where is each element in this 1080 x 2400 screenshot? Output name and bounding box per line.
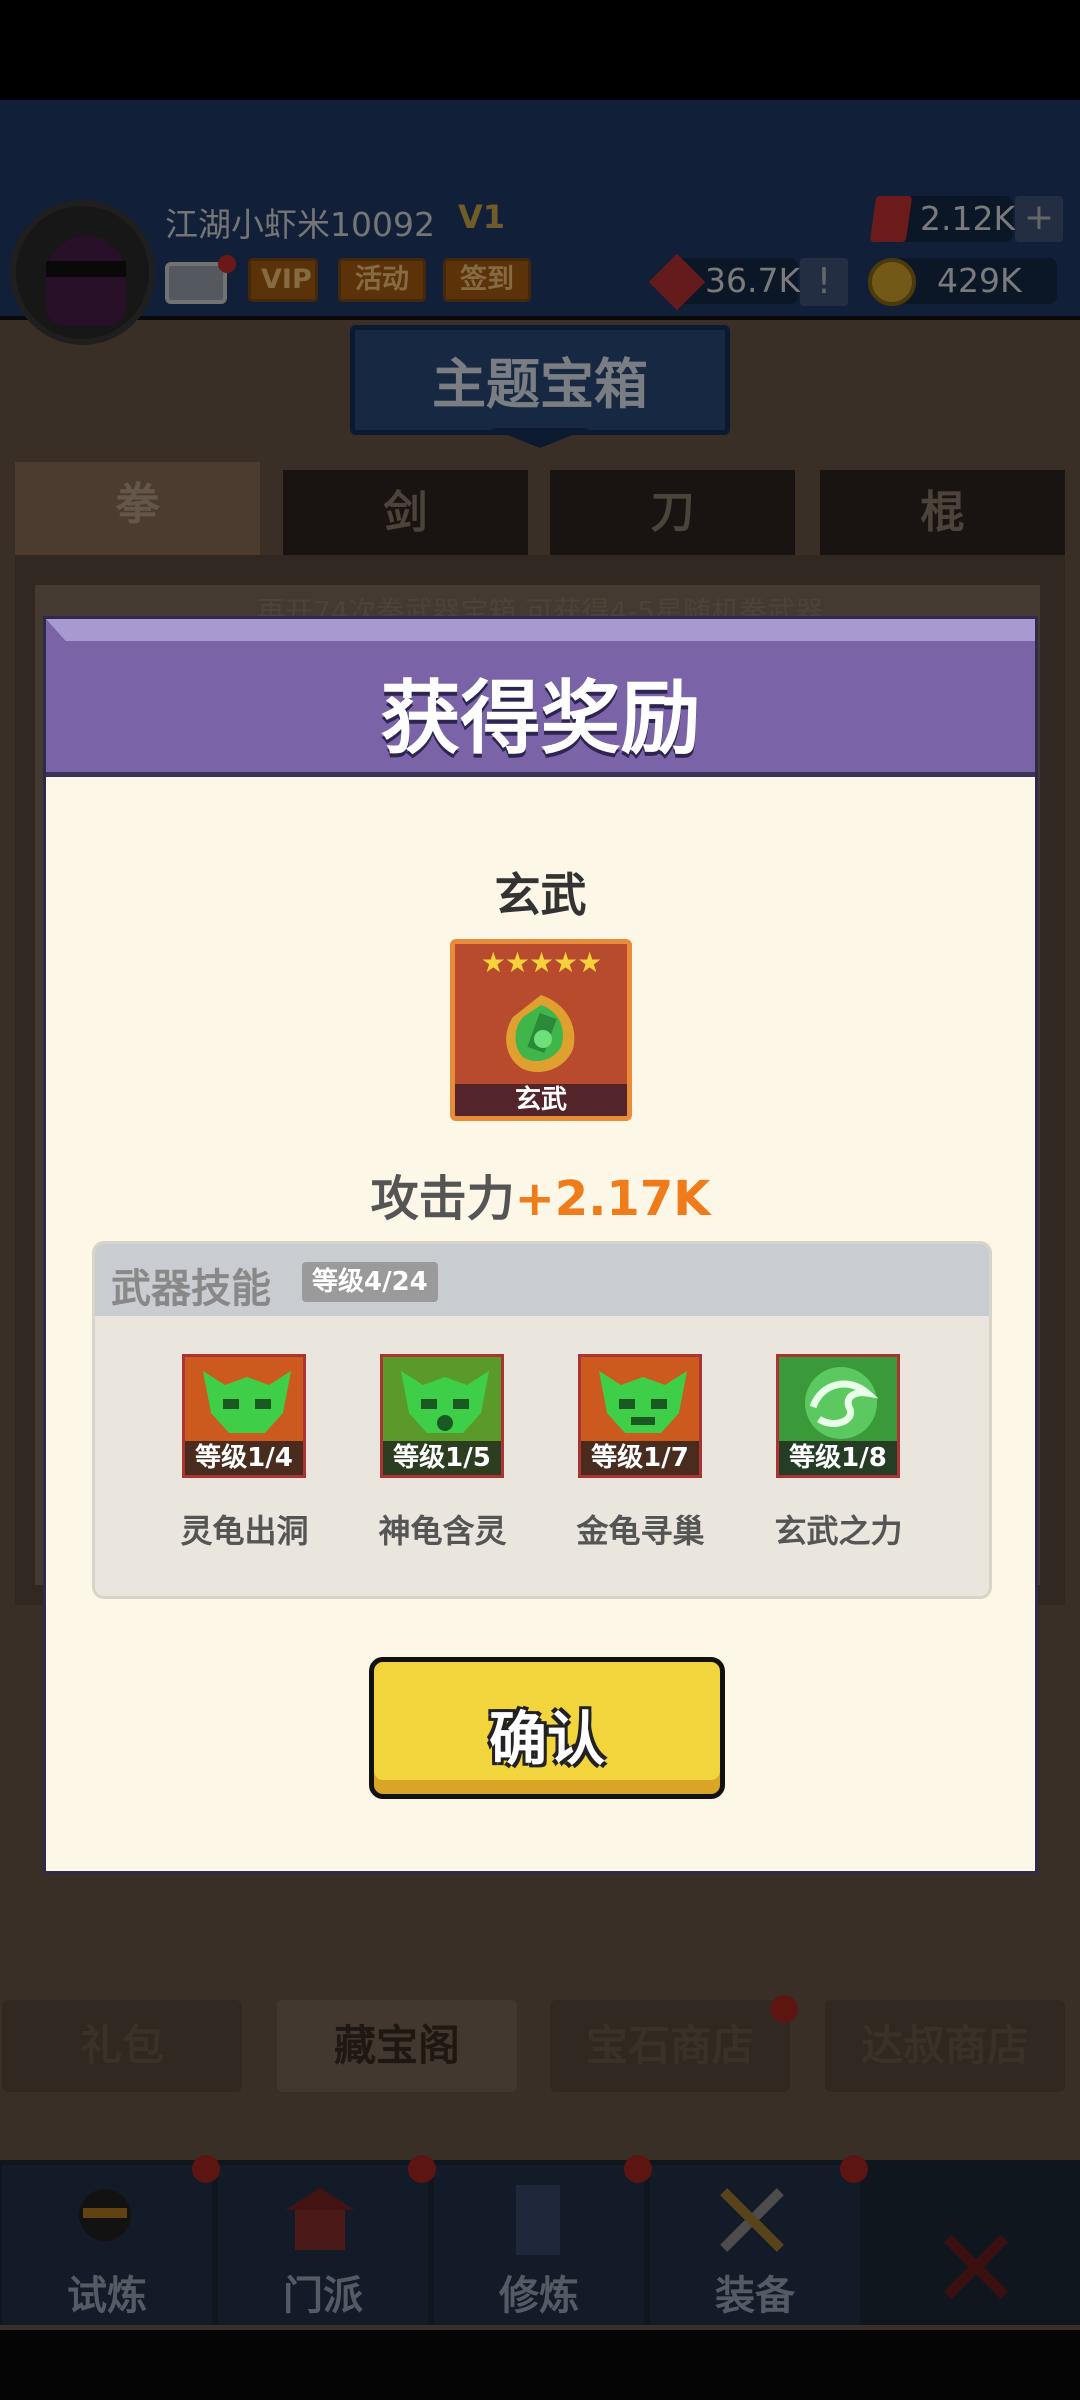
reward-item-name: 玄武 (494, 868, 587, 922)
weapon-icon (506, 995, 575, 1073)
reward-card-label: 玄武 (455, 1084, 627, 1116)
attack-label: 攻击力 (370, 1171, 515, 1227)
turtle-mask-icon (401, 1371, 489, 1433)
skill-name: 灵龟出洞 (180, 1512, 309, 1550)
weapon-skills-panel: 武器技能 等级4/24 等级1/4 灵龟出洞 等级1/5 神龟含灵 等级1/7 … (92, 1241, 992, 1599)
skill-name: 神龟含灵 (378, 1512, 507, 1550)
skills-title: 武器技能 (111, 1266, 271, 1312)
attack-stat: 攻击力+2.17K (46, 1159, 1035, 1229)
skill-icon: 等级1/5 (380, 1354, 504, 1478)
skill-level: 等级1/5 (383, 1441, 501, 1475)
skills-header: 武器技能 等级4/24 (95, 1244, 989, 1316)
skill-icon: 等级1/8 (776, 1354, 900, 1478)
turtle-mask-icon (203, 1371, 291, 1433)
skill-level: 等级1/8 (779, 1441, 897, 1475)
dragon-icon (805, 1367, 879, 1439)
modal-header: 获得奖励 (46, 619, 1035, 777)
confirm-button[interactable]: 确认 (369, 1657, 725, 1799)
skills-level-badge: 等级4/24 (302, 1262, 438, 1302)
skill-level: 等级1/7 (581, 1441, 699, 1475)
skill-icon: 等级1/7 (578, 1354, 702, 1478)
star-rating: ★★★★★ (480, 946, 603, 979)
skill-icon: 等级1/4 (182, 1354, 306, 1478)
modal-title: 获得奖励 (380, 672, 701, 765)
modal-header-highlight (46, 619, 1035, 641)
turtle-mask-icon (599, 1371, 687, 1433)
skill-level: 等级1/4 (185, 1441, 303, 1475)
reward-item-card[interactable]: ★★★★★ 玄武 (450, 939, 632, 1121)
skill-name: 金龟寻巢 (576, 1512, 705, 1550)
confirm-button-label: 确认 (488, 1705, 605, 1773)
app-root: 江湖小虾米10092 V1 VIP 活动 签到 2.12K + 36.7K ! … (0, 0, 1080, 2400)
attack-value: +2.17K (514, 1171, 711, 1227)
reward-modal: 获得奖励 玄武 ★★★★★ 玄武 攻击力+2.17K 武器技能 等级4/24 等… (43, 616, 1038, 1874)
skill-name: 玄武之力 (774, 1512, 903, 1550)
